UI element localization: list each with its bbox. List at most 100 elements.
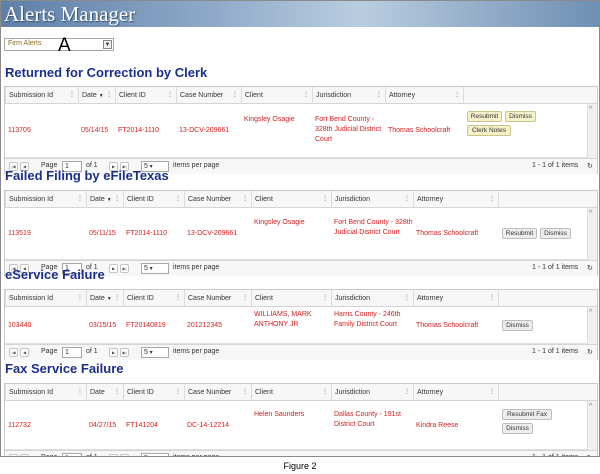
column-header[interactable]: Client ⋮: [251, 290, 331, 307]
chevron-up-icon[interactable]: ^: [589, 210, 592, 217]
chevron-up-icon[interactable]: ^: [589, 106, 592, 113]
table-cell-jurisdiction: Fort Bend County - 328th Judicial Distri…: [315, 116, 382, 143]
chevron-down-icon[interactable]: ▾: [148, 350, 153, 356]
next-page-button[interactable]: ▶: [109, 264, 118, 273]
items-per-page-select[interactable]: 5 ▾: [141, 453, 169, 457]
column-menu-icon[interactable]: ⋮: [489, 290, 495, 307]
column-header[interactable]: Client ID ⋮: [123, 384, 184, 401]
column-menu-icon[interactable]: ⋮: [242, 191, 248, 208]
previous-page-button[interactable]: ◀: [20, 454, 29, 456]
column-header[interactable]: Attorney ⋮: [413, 191, 498, 208]
vertical-scrollbar[interactable]: ^: [587, 401, 597, 450]
first-page-button[interactable]: |◀: [9, 348, 18, 357]
dismiss-button[interactable]: Dismiss: [505, 111, 536, 122]
column-menu-icon[interactable]: ⋮: [242, 384, 248, 401]
column-header[interactable]: Submission Id ⋮: [5, 384, 86, 401]
column-header[interactable]: Case Number ⋮: [184, 191, 251, 208]
column-menu-icon[interactable]: ⋮: [77, 191, 83, 208]
previous-page-button[interactable]: ◀: [20, 348, 29, 357]
column-menu-icon[interactable]: ⋮: [489, 191, 495, 208]
column-header[interactable]: Case Number ⋮: [176, 87, 241, 104]
column-menu-icon[interactable]: ⋮: [175, 384, 181, 401]
chevron-down-icon[interactable]: ▾: [148, 456, 153, 457]
table-cell-submission-id[interactable]: 113705: [5, 126, 78, 136]
column-menu-icon[interactable]: ⋮: [404, 384, 410, 401]
column-menu-icon[interactable]: ⋮: [114, 191, 120, 208]
column-header[interactable]: Date ▼ ⋮: [78, 87, 115, 104]
column-header[interactable]: Attorney ⋮: [413, 384, 498, 401]
column-menu-icon[interactable]: ⋮: [77, 384, 83, 401]
column-header[interactable]: Date ▼ ⋮: [86, 191, 123, 208]
column-menu-icon[interactable]: ⋮: [114, 290, 120, 307]
column-menu-icon[interactable]: ⋮: [303, 87, 309, 104]
resubmit-button[interactable]: Resubmit: [502, 228, 537, 239]
column-header[interactable]: Case Number ⋮: [184, 290, 251, 307]
clerk-notes-button[interactable]: Clerk Notes: [467, 125, 511, 136]
column-menu-icon[interactable]: ⋮: [114, 384, 120, 401]
column-header[interactable]: Client ID ⋮: [123, 191, 184, 208]
dismiss-button[interactable]: Dismiss: [502, 319, 533, 331]
last-page-button[interactable]: ▶|: [120, 454, 129, 456]
column-header[interactable]: Client ID ⋮: [123, 290, 184, 307]
column-header[interactable]: Jurisdiction ⋮: [312, 87, 385, 104]
last-page-button[interactable]: ▶|: [120, 348, 129, 357]
dismiss-button[interactable]: Dismiss: [502, 423, 533, 434]
column-header[interactable]: Date ▼ ⋮: [86, 290, 123, 307]
column-menu-icon[interactable]: ⋮: [106, 87, 112, 104]
column-header[interactable]: Attorney ⋮: [413, 290, 498, 307]
column-header[interactable]: Submission Id ⋮: [5, 191, 86, 208]
next-page-button[interactable]: ▶: [109, 454, 118, 456]
column-menu-icon[interactable]: ⋮: [404, 191, 410, 208]
column-menu-icon[interactable]: ⋮: [454, 87, 460, 104]
column-header[interactable]: Jurisdiction ⋮: [331, 191, 413, 208]
column-menu-icon[interactable]: ⋮: [167, 87, 173, 104]
column-menu-icon[interactable]: ⋮: [404, 290, 410, 307]
dismiss-button[interactable]: Dismiss: [540, 228, 571, 239]
column-menu-icon[interactable]: ⋮: [489, 384, 495, 401]
chevron-down-icon[interactable]: ▼: [103, 40, 112, 49]
page-number-input[interactable]: 1: [62, 347, 82, 358]
table-cell-submission-id[interactable]: 103440: [5, 321, 86, 331]
column-menu-icon[interactable]: ⋮: [376, 87, 382, 104]
column-header[interactable]: Jurisdiction ⋮: [331, 384, 413, 401]
vertical-scrollbar[interactable]: ^: [587, 307, 597, 344]
resubmit-fax-button[interactable]: Resubmit Fax: [502, 409, 552, 420]
chevron-up-icon[interactable]: ^: [589, 309, 592, 316]
column-header[interactable]: Attorney ⋮: [385, 87, 463, 104]
vertical-scrollbar[interactable]: ^: [587, 208, 597, 260]
column-header[interactable]: Submission Id ⋮: [5, 87, 78, 104]
last-page-button[interactable]: ▶|: [120, 264, 129, 273]
column-header[interactable]: Client ⋮: [251, 191, 331, 208]
column-header[interactable]: Case Number ⋮: [184, 384, 251, 401]
column-menu-icon[interactable]: ⋮: [232, 87, 238, 104]
items-per-page-select[interactable]: 5 ▾: [141, 347, 169, 358]
column-header[interactable]: Client ⋮: [251, 384, 331, 401]
refresh-icon[interactable]: ↻: [587, 454, 593, 456]
table-cell-submission-id[interactable]: 113519: [5, 229, 86, 239]
vertical-scrollbar[interactable]: ^: [587, 104, 597, 158]
column-menu-icon[interactable]: ⋮: [322, 384, 328, 401]
column-header[interactable]: Submission Id ⋮: [5, 290, 86, 307]
refresh-icon[interactable]: ↻: [587, 264, 593, 272]
column-menu-icon[interactable]: ⋮: [242, 290, 248, 307]
column-header[interactable]: Date ⋮: [86, 384, 123, 401]
first-page-button[interactable]: |◀: [9, 454, 18, 456]
column-header[interactable]: Jurisdiction ⋮: [331, 290, 413, 307]
column-menu-icon[interactable]: ⋮: [322, 191, 328, 208]
column-menu-icon[interactable]: ⋮: [175, 191, 181, 208]
column-menu-icon[interactable]: ⋮: [69, 87, 75, 104]
next-page-button[interactable]: ▶: [109, 348, 118, 357]
column-header[interactable]: Client ID ⋮: [115, 87, 176, 104]
refresh-icon[interactable]: ↻: [587, 348, 593, 356]
column-menu-icon[interactable]: ⋮: [322, 290, 328, 307]
table-cell-submission-id[interactable]: 112732: [5, 421, 86, 431]
chevron-up-icon[interactable]: ^: [589, 403, 592, 410]
chevron-down-icon[interactable]: ▾: [148, 266, 153, 272]
refresh-icon[interactable]: ↻: [587, 162, 593, 170]
column-menu-icon[interactable]: ⋮: [77, 290, 83, 307]
column-header[interactable]: Client ⋮: [241, 87, 312, 104]
resubmit-button[interactable]: Resubmit: [467, 111, 502, 122]
items-per-page-select[interactable]: 5 ▾: [141, 263, 169, 274]
column-menu-icon[interactable]: ⋮: [175, 290, 181, 307]
page-number-input[interactable]: 1: [62, 453, 82, 456]
